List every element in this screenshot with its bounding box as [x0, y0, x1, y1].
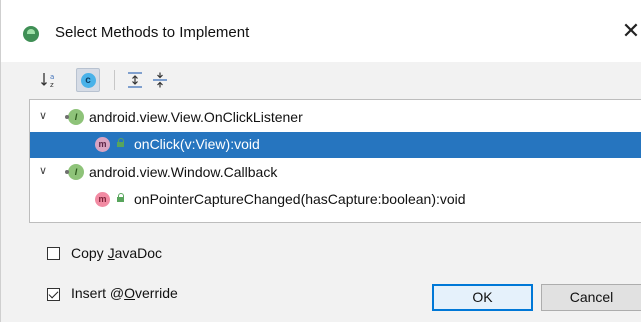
chevron-down-icon[interactable]: ∨ [36, 164, 50, 178]
dialog-title: Select Methods to Implement [55, 24, 250, 41]
tree-group-row[interactable]: ∨ I android.view.Window.Callback [30, 160, 641, 186]
svg-text:a: a [50, 73, 54, 81]
collapse-all-button[interactable] [148, 68, 172, 92]
copy-javadoc-checkbox[interactable] [47, 247, 60, 260]
sort-alphabetically-icon: a z [41, 73, 54, 89]
select-methods-dialog: Select Methods to Implement ✕ a z c ∨ I … [0, 0, 641, 322]
public-lock-icon [117, 193, 125, 203]
methods-tree[interactable]: ∨ I android.view.View.OnClickListener m … [29, 99, 641, 223]
tree-group-row[interactable]: ∨ I android.view.View.OnClickListener [30, 105, 641, 131]
interface-icon: I [65, 109, 84, 125]
show-classes-icon: c [80, 72, 96, 88]
sort-alphabetically-button[interactable]: a z [37, 68, 61, 92]
public-lock-icon [117, 138, 125, 148]
close-icon[interactable]: ✕ [619, 19, 641, 43]
collapse-all-icon [153, 72, 167, 88]
cancel-button[interactable]: Cancel [541, 284, 641, 311]
method-icon: m [95, 192, 110, 207]
chevron-down-icon[interactable]: ∨ [36, 109, 50, 123]
show-classes-button[interactable]: c [76, 68, 100, 92]
ok-button[interactable]: OK [432, 284, 533, 311]
insert-override-checkbox[interactable] [47, 288, 60, 301]
svg-text:z: z [50, 81, 54, 89]
tree-method-row[interactable]: m onPointerCaptureChanged(hasCapture:boo… [30, 187, 641, 213]
expand-all-button[interactable] [123, 68, 147, 92]
toolbar: a z c [1, 62, 641, 98]
toolbar-separator [114, 70, 115, 90]
method-icon: m [95, 137, 110, 152]
tree-method-row-selected[interactable]: m onClick(v:View):void [30, 132, 641, 158]
tree-group-label: android.view.Window.Callback [89, 164, 278, 180]
tree-method-label: onPointerCaptureChanged(hasCapture:boole… [134, 191, 466, 207]
insert-override-label[interactable]: Insert @Override [71, 285, 178, 301]
copy-javadoc-label[interactable]: Copy JavaDoc [71, 245, 162, 261]
title-bar: Select Methods to Implement ✕ [1, 0, 641, 62]
android-studio-icon [23, 26, 39, 42]
interface-icon: I [65, 164, 84, 180]
tree-method-label: onClick(v:View):void [134, 136, 260, 152]
expand-all-icon [128, 72, 142, 88]
tree-group-label: android.view.View.OnClickListener [89, 109, 303, 125]
